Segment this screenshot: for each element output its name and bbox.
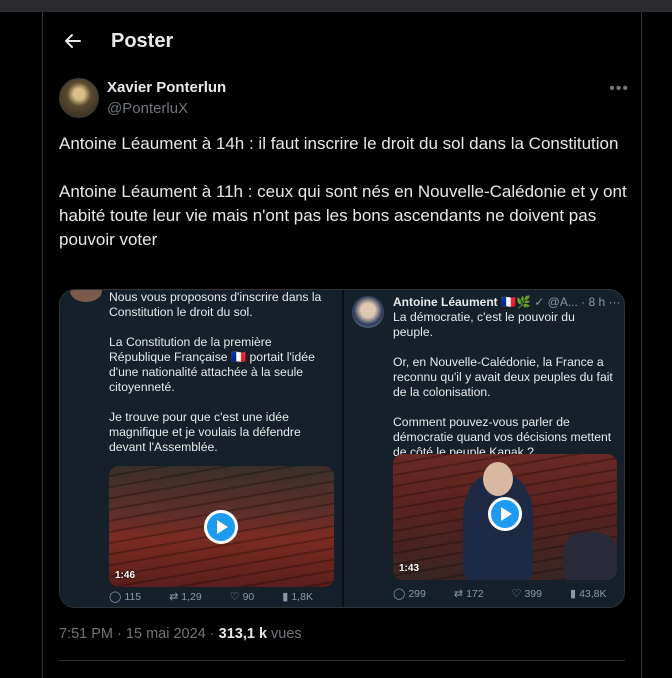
column-border-left [42, 12, 43, 678]
quoted-paragraph: La démocratie, c'est le pouvoir du peupl… [393, 310, 575, 339]
quoted-action-row: ◯ 115 ⇄ 1,29 ♡ 90 ▮ 1,8K [109, 590, 341, 604]
repost-action[interactable]: ⇄ 1,29 [169, 590, 216, 604]
repost-count: 1,29 [181, 590, 202, 603]
avatar[interactable] [59, 78, 99, 118]
tweet-paragraph: Antoine Léaument à 14h : il faut inscrir… [59, 134, 619, 153]
display-name[interactable]: Xavier Ponterlun [107, 78, 226, 98]
reply-icon: ◯ [109, 591, 122, 603]
heart-icon: ♡ [511, 588, 522, 600]
quoted-text: La démocratie, c'est le pouvoir du peupl… [393, 310, 618, 460]
handle[interactable]: @PonterluX [107, 99, 226, 119]
flag-emojis: 🇫🇷🌿 [501, 295, 531, 309]
tweet-paragraph: Antoine Léaument à 11h : ceux qui sont n… [59, 182, 627, 249]
views-label: vues [271, 626, 302, 642]
heart-icon: ♡ [229, 591, 240, 603]
like-action[interactable]: ♡ 90 [229, 590, 269, 604]
speaker-head [483, 462, 513, 496]
tweet-text: Antoine Léaument à 14h : il faut inscrir… [59, 132, 629, 252]
repost-action[interactable]: ⇄ 172 [453, 587, 498, 601]
more-button[interactable]: ••• [609, 80, 629, 98]
tweet-author: Xavier Ponterlun @PonterluX ••• [59, 78, 629, 122]
separator: · [117, 626, 122, 642]
back-button[interactable] [55, 23, 91, 59]
repost-icon: ⇄ [453, 588, 464, 600]
repost-count: 172 [466, 587, 484, 600]
quoted-text: Nous vous proposons d'inscrire dans la C… [109, 290, 334, 455]
reply-action[interactable]: ◯ 299 [393, 587, 440, 601]
bar-chart-icon: ▮ [282, 591, 289, 603]
avatar [352, 296, 384, 328]
like-count: 90 [242, 590, 255, 603]
verified-icon: ✓ [534, 295, 545, 309]
tweet-meta: 7:51 PM · 15 mai 2024 · 313,1 k vues [59, 626, 302, 642]
quoted-meta: @A... · 8 h [547, 295, 606, 309]
audience-figure [563, 532, 617, 580]
views-action[interactable]: ▮ 43,8K [570, 587, 621, 601]
divider [59, 660, 625, 661]
quoted-author [352, 296, 384, 328]
avatar [70, 290, 102, 302]
reply-action[interactable]: ◯ 115 [109, 590, 155, 604]
bar-chart-icon: ▮ [570, 588, 577, 600]
views-count: 313,1 k [218, 626, 268, 642]
quoted-paragraph: Or, en Nouvelle-Calédonie, la France a r… [393, 355, 613, 399]
quoted-paragraph: Nous vous proposons d'inscrire dans la C… [109, 290, 322, 319]
arrow-left-icon [65, 34, 81, 48]
media-panel-left[interactable]: Nous vous proposons d'inscrire dans la C… [60, 290, 342, 607]
author-names: Xavier Ponterlun @PonterluX [107, 78, 226, 122]
more-horizontal-icon: ··· [608, 295, 621, 309]
video-thumbnail[interactable]: 1:46 [109, 466, 334, 587]
page-header: Poster [43, 20, 641, 62]
views-count: 43,8K [579, 587, 607, 600]
play-button[interactable] [488, 497, 522, 531]
like-action[interactable]: ♡ 399 [511, 587, 556, 601]
quoted-header: Antoine Léaument 🇫🇷🌿 ✓ @A... · 8 h ··· [393, 295, 623, 309]
separator: · [209, 626, 215, 642]
media-panel-right[interactable]: Antoine Léaument 🇫🇷🌿 ✓ @A... · 8 h ··· L… [344, 290, 624, 607]
video-thumbnail[interactable]: 1:43 [393, 454, 617, 580]
tweet-time[interactable]: 7:51 PM [59, 626, 113, 642]
reply-icon: ◯ [393, 588, 406, 600]
play-button[interactable] [204, 510, 238, 544]
page-title: Poster [111, 29, 174, 52]
quoted-action-row: ◯299 ⇄172 ♡399 ▮43,8K ⋖ [393, 587, 624, 601]
tweet-date[interactable]: 15 mai 2024 [126, 626, 206, 642]
like-count: 399 [524, 587, 542, 600]
more-horizontal-icon: ••• [609, 80, 629, 97]
reply-count: 299 [408, 587, 426, 600]
quoted-paragraph: Je trouve pour que c'est une idée magnif… [109, 410, 301, 454]
repost-icon: ⇄ [169, 591, 179, 603]
views-count: 1,8K [291, 590, 313, 603]
browser-top-strip [0, 0, 672, 12]
reply-count: 115 [124, 590, 142, 603]
views-action[interactable]: ▮ 1,8K [282, 590, 327, 604]
quoted-display-name: Antoine Léaument [393, 295, 498, 309]
video-duration: 1:43 [399, 563, 420, 574]
video-duration: 1:46 [115, 570, 136, 581]
tweet-media[interactable]: Nous vous proposons d'inscrire dans la C… [59, 289, 625, 608]
column-border-right [641, 12, 642, 678]
quoted-paragraph: La Constitution de la première Républiqu… [109, 335, 315, 394]
